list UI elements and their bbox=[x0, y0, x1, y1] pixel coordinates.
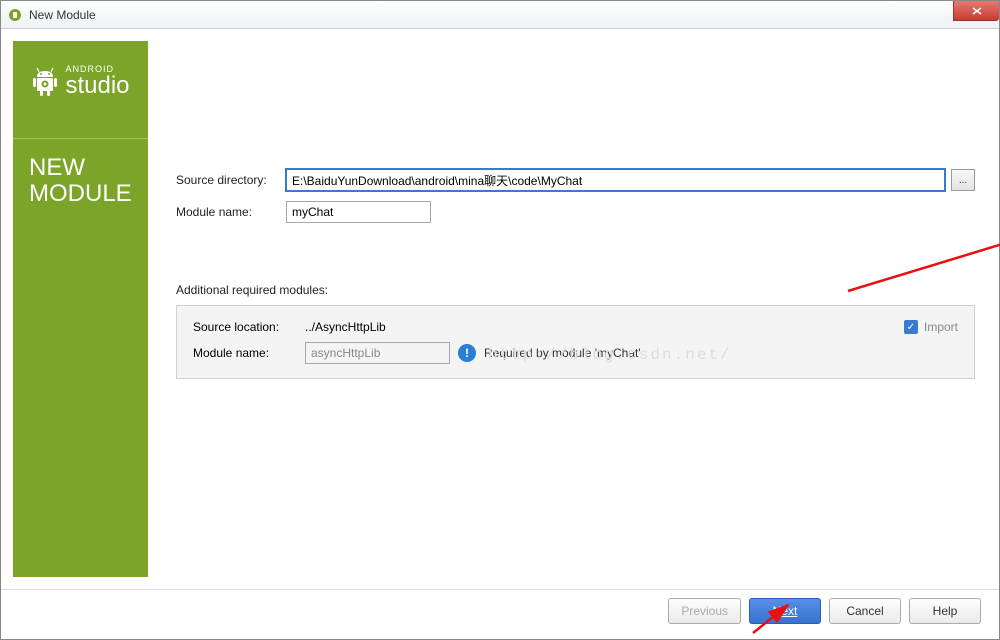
browse-button[interactable]: ... bbox=[951, 169, 975, 191]
content-area: Source directory: ... Module name: Addit… bbox=[148, 41, 987, 577]
previous-button: Previous bbox=[668, 598, 741, 624]
sidebar-separator bbox=[13, 138, 148, 139]
source-location-value: ../AsyncHttpLib bbox=[305, 320, 904, 334]
app-icon bbox=[7, 7, 23, 23]
source-location-row: Source location: ../AsyncHttpLib ✓ Impor… bbox=[193, 320, 958, 334]
module-name-label: Module name: bbox=[176, 205, 286, 219]
required-modules-panel: Source location: ../AsyncHttpLib ✓ Impor… bbox=[176, 305, 975, 379]
import-checkbox-group[interactable]: ✓ Import bbox=[904, 320, 958, 334]
source-directory-label: Source directory: bbox=[176, 173, 286, 187]
next-button[interactable]: Next bbox=[749, 598, 821, 624]
help-button[interactable]: Help bbox=[909, 598, 981, 624]
close-button[interactable] bbox=[953, 1, 999, 21]
module-name-input[interactable] bbox=[286, 201, 431, 223]
required-modules-title: Additional required modules: bbox=[176, 283, 975, 297]
import-checkbox[interactable]: ✓ bbox=[904, 320, 918, 334]
window-controls bbox=[954, 1, 999, 21]
dialog-body: ANDROID studio NEW MODULE Source directo… bbox=[1, 29, 999, 589]
footer: Previous Next Cancel Help bbox=[1, 589, 999, 631]
required-module-name-label: Module name: bbox=[193, 346, 305, 360]
source-location-label: Source location: bbox=[193, 320, 305, 334]
required-module-name-input bbox=[305, 342, 450, 364]
source-directory-row: Source directory: ... bbox=[176, 169, 975, 191]
titlebar: New Module bbox=[1, 1, 999, 29]
required-by-text: Required by module 'myChat' bbox=[484, 346, 641, 360]
source-directory-input[interactable] bbox=[286, 169, 945, 191]
sidebar: ANDROID studio NEW MODULE bbox=[13, 41, 148, 577]
brand-large-text: studio bbox=[65, 74, 129, 98]
sidebar-title: NEW MODULE bbox=[13, 155, 132, 208]
required-module-name-row: Module name: ! Required by module 'myCha… bbox=[193, 342, 958, 364]
android-studio-logo: ANDROID studio bbox=[31, 65, 129, 98]
window-title: New Module bbox=[29, 8, 96, 22]
module-name-row: Module name: bbox=[176, 201, 975, 223]
import-label: Import bbox=[924, 320, 958, 334]
info-icon: ! bbox=[458, 344, 476, 362]
android-icon bbox=[31, 67, 59, 97]
cancel-button[interactable]: Cancel bbox=[829, 598, 901, 624]
